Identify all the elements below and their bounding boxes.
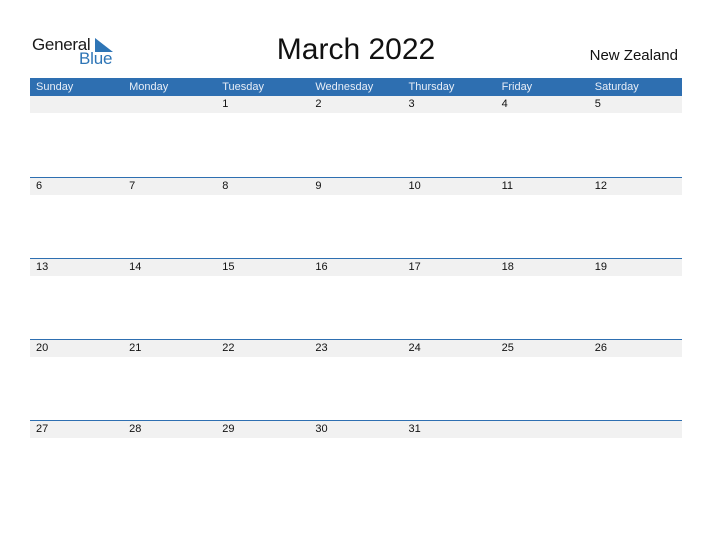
day-cell: 19 [594, 261, 607, 273]
date-strip: 27 28 29 30 31 [30, 420, 682, 438]
day-cell: 3 [408, 98, 415, 110]
day-cell: 9 [315, 180, 322, 192]
week-row: 1 2 3 4 5 [30, 96, 682, 177]
day-cell: 27 [36, 423, 49, 435]
week-row: 27 28 29 30 31 [30, 420, 682, 501]
day-cell: 22 [222, 342, 235, 354]
country-label: New Zealand [589, 47, 678, 64]
day-cell: 13 [36, 261, 49, 273]
day-cell: 10 [408, 180, 421, 192]
day-cell [589, 421, 682, 438]
weekday-monday: Monday [129, 81, 169, 93]
day-cell: 28 [129, 423, 142, 435]
day-cell: 7 [129, 180, 136, 192]
day-cell: 5 [594, 98, 601, 110]
weekday-tuesday: Tuesday [222, 81, 265, 93]
weekday-thursday: Thursday [408, 81, 455, 93]
day-cell: 14 [129, 261, 142, 273]
day-cell: 16 [315, 261, 328, 273]
date-strip: 20 21 22 23 24 25 26 [30, 339, 682, 357]
day-cell [123, 96, 216, 113]
week-row: 6 7 8 9 10 11 12 [30, 177, 682, 258]
day-cell: 2 [315, 98, 322, 110]
day-cell: 18 [501, 261, 514, 273]
day-cell: 26 [594, 342, 607, 354]
day-cell [496, 421, 589, 438]
date-strip: 1 2 3 4 5 [30, 96, 682, 113]
day-cell: 12 [594, 180, 607, 192]
day-cell: 8 [222, 180, 229, 192]
day-cell: 11 [501, 180, 514, 192]
day-cell: 24 [408, 342, 421, 354]
day-cell: 4 [501, 98, 508, 110]
calendar-grid: Sunday Monday Tuesday Wednesday Thursday… [30, 78, 682, 438]
weekday-saturday: Saturday [594, 81, 639, 93]
weekday-wednesday: Wednesday [315, 81, 374, 93]
date-strip: 6 7 8 9 10 11 12 [30, 177, 682, 195]
day-cell [30, 96, 123, 113]
day-cell: 20 [36, 342, 49, 354]
week-row: 20 21 22 23 24 25 26 [30, 339, 682, 420]
day-cell: 31 [408, 423, 421, 435]
weekday-friday: Friday [501, 81, 533, 93]
weekday-header: Sunday Monday Tuesday Wednesday Thursday… [30, 78, 682, 96]
day-cell: 21 [129, 342, 142, 354]
day-cell: 15 [222, 261, 235, 273]
week-row: 13 14 15 16 17 18 19 [30, 258, 682, 339]
day-cell: 29 [222, 423, 235, 435]
day-cell: 1 [222, 98, 229, 110]
day-cell: 23 [315, 342, 328, 354]
day-cell: 30 [315, 423, 328, 435]
day-cell: 25 [501, 342, 514, 354]
day-cell: 17 [408, 261, 421, 273]
day-cell: 6 [36, 180, 43, 192]
weekday-sunday: Sunday [36, 81, 74, 93]
date-strip: 13 14 15 16 17 18 19 [30, 258, 682, 276]
